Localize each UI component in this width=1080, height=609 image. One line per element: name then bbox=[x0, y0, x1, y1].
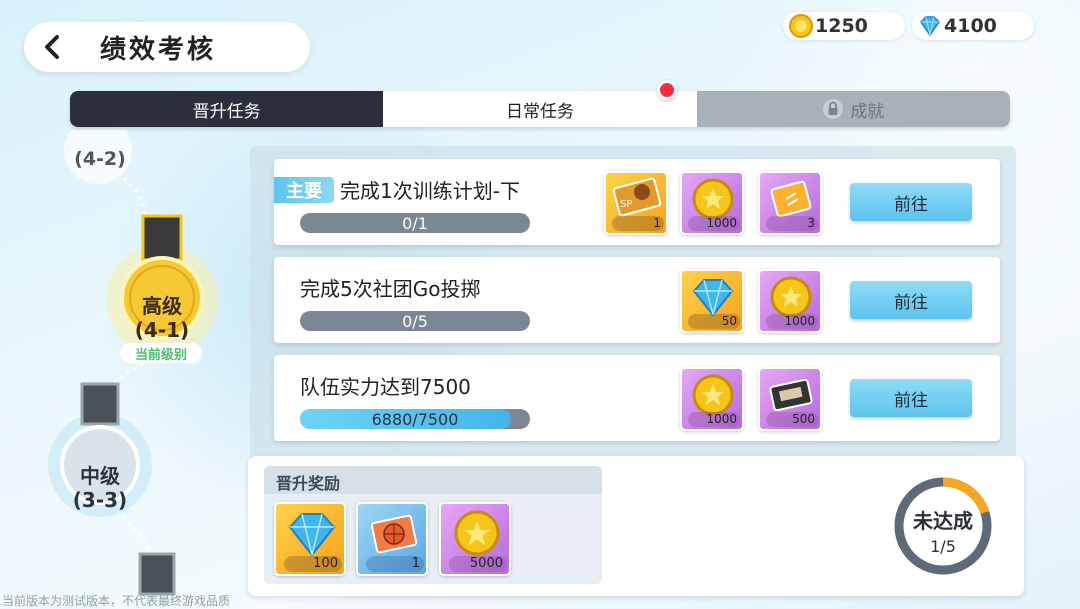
next-level-code: (3-3) bbox=[72, 488, 128, 512]
reward-qty: 1000 bbox=[688, 412, 740, 427]
tab-achievements[interactable]: 成就 bbox=[696, 91, 1010, 127]
gem-currency[interactable]: 4100 bbox=[912, 12, 1034, 40]
tab-daily-tasks[interactable]: 日常任务 bbox=[383, 91, 697, 127]
diamond-icon bbox=[920, 16, 940, 37]
go-button[interactable]: 前往 bbox=[850, 379, 972, 417]
gold-currency[interactable]: 1250 bbox=[783, 12, 905, 40]
level-track: (4-2) 高级 (4-1) 当前级别 中级 (3-3) bbox=[0, 130, 250, 609]
reward-qty: 100 bbox=[284, 556, 342, 572]
lock-icon bbox=[823, 99, 844, 119]
reward-qty: 3 bbox=[766, 216, 818, 231]
reward-item[interactable]: 500 bbox=[758, 367, 822, 431]
main-tag: 主要 bbox=[274, 177, 334, 203]
reward-item[interactable]: SP 1 bbox=[604, 171, 668, 235]
task-name: 完成1次训练计划-下 bbox=[340, 179, 520, 203]
progress-text: 6880/7500 bbox=[371, 409, 459, 429]
reward-item[interactable]: 1000 bbox=[680, 171, 744, 235]
promotion-title: 晋升奖励 bbox=[276, 474, 341, 493]
ticket-icon bbox=[770, 180, 812, 218]
current-level-code: (4-1) bbox=[134, 318, 190, 342]
reward-qty: 1 bbox=[612, 216, 664, 231]
progress-text: 0/1 bbox=[402, 213, 428, 233]
go-button[interactable]: 前往 bbox=[850, 281, 972, 319]
reward-qty: 5000 bbox=[449, 556, 507, 572]
next-level-name[interactable]: 中级 bbox=[70, 466, 130, 487]
task-name: 完成5次社团Go投掷 bbox=[300, 277, 481, 301]
promotion-reward-item[interactable]: 5000 bbox=[439, 502, 511, 576]
gold-coin-icon bbox=[692, 178, 734, 220]
reward-item[interactable]: 3 bbox=[758, 171, 822, 235]
current-level-badge: 当前级别 bbox=[120, 343, 202, 363]
track-path bbox=[48, 130, 218, 596]
reward-qty: 500 bbox=[766, 412, 818, 427]
task-progress-bar: 0/5 bbox=[300, 311, 530, 331]
basketball-ticket-icon bbox=[370, 514, 418, 554]
video-tape-icon bbox=[769, 378, 813, 412]
gold-coin-icon bbox=[789, 14, 813, 38]
gold-amount: 1250 bbox=[815, 15, 868, 37]
reward-item[interactable]: 50 bbox=[680, 269, 744, 333]
promotion-reward-item[interactable]: 100 bbox=[274, 502, 346, 576]
gold-coin-icon bbox=[454, 510, 500, 556]
promotion-status: 未达成 bbox=[913, 509, 973, 533]
svg-text:SP: SP bbox=[620, 199, 632, 210]
task-progress-bar: 6880/7500 bbox=[300, 409, 530, 429]
watermark: 当前版本为测试版本，不代表最终游戏品质 bbox=[2, 594, 231, 608]
reward-qty: 1000 bbox=[766, 314, 818, 329]
promotion-count: 1/5 bbox=[930, 537, 956, 556]
task-progress-bar: 0/1 bbox=[300, 213, 530, 233]
task-name: 队伍实力达到7500 bbox=[300, 375, 471, 399]
reward-item[interactable]: 1000 bbox=[758, 269, 822, 333]
back-button[interactable] bbox=[24, 22, 80, 72]
header-bar: 绩效考核 bbox=[24, 22, 310, 72]
go-button[interactable]: 前往 bbox=[850, 183, 972, 221]
reward-qty: 1000 bbox=[688, 216, 740, 231]
notification-dot bbox=[657, 80, 677, 100]
reward-qty: 1 bbox=[366, 556, 424, 572]
current-level-name[interactable]: 高级 bbox=[132, 296, 192, 317]
tab-label: 成就 bbox=[850, 101, 885, 122]
task-card-3: 队伍实力达到7500 6880/7500 1000 500 前往 bbox=[274, 355, 1000, 441]
task-card-1: 主要 完成1次训练计划-下 0/1 SP 1 1000 3 前往 bbox=[274, 159, 1000, 245]
reward-qty: 50 bbox=[688, 314, 740, 329]
task-card-2: 完成5次社团Go投掷 0/5 50 1000 前往 bbox=[274, 257, 1000, 343]
gold-coin-icon bbox=[770, 276, 812, 318]
diamond-icon bbox=[288, 513, 336, 557]
reward-item[interactable]: 1000 bbox=[680, 367, 744, 431]
progress-text: 0/5 bbox=[402, 311, 428, 331]
diamond-icon bbox=[692, 279, 734, 317]
page-title: 绩效考核 bbox=[100, 34, 217, 65]
tab-label: 晋升任务 bbox=[192, 101, 261, 122]
promotion-reward-item[interactable]: 1 bbox=[356, 502, 428, 576]
tab-promotion-tasks[interactable]: 晋升任务 bbox=[70, 91, 384, 127]
tab-bar: 晋升任务 日常任务 成就 bbox=[70, 91, 1010, 127]
chevron-left-icon bbox=[45, 35, 59, 59]
gold-coin-icon bbox=[692, 374, 734, 416]
sp-ticket-icon: SP bbox=[612, 177, 662, 217]
gem-amount: 4100 bbox=[944, 15, 997, 37]
level-4-2-label: (4-2) bbox=[74, 148, 126, 170]
tab-label: 日常任务 bbox=[505, 101, 574, 122]
